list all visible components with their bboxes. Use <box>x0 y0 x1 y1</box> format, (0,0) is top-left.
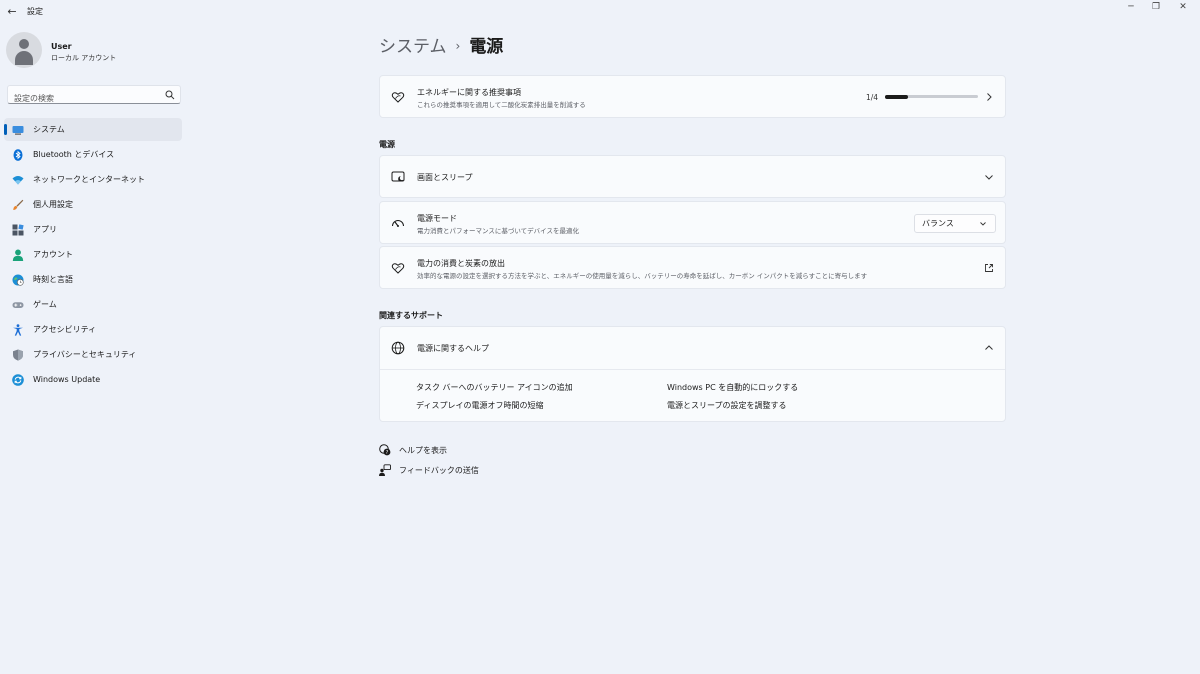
power-consumption-card[interactable]: 電力の消費と炭素の放出 効率的な電源の設定を選択する方法を学ぶと、エネルギーの使… <box>379 246 1006 289</box>
screen-sleep-icon <box>391 171 405 182</box>
update-icon <box>12 373 24 386</box>
help-links: タスク バーへのバッテリー アイコンの追加 Windows PC を自動的にロッ… <box>380 369 1005 421</box>
help-link-auto-lock[interactable]: Windows PC を自動的にロックする <box>667 382 798 393</box>
chevron-down-icon <box>985 175 993 180</box>
nav-list: システム Bluetooth とデバイス ネットワークとインターネット 個人用設… <box>4 118 182 393</box>
sidebar-item-label: アカウント <box>33 250 73 259</box>
apps-icon <box>12 223 24 235</box>
bluetooth-icon <box>13 148 23 161</box>
get-help-link[interactable]: ? ヘルプを表示 <box>379 444 447 456</box>
globe-clock-icon <box>12 274 24 286</box>
help-link-battery-icon[interactable]: タスク バーへのバッテリー アイコンの追加 <box>416 382 573 393</box>
sidebar-item-label: アプリ <box>33 225 57 234</box>
feedback-label: フィードバックの送信 <box>399 465 479 475</box>
search-box[interactable] <box>7 85 181 107</box>
help-link-display-timeout[interactable]: ディスプレイの電源オフ時間の短縮 <box>416 400 543 411</box>
leaf-heart-icon <box>391 92 405 103</box>
power-mode-selected: バランス <box>922 219 954 228</box>
chevron-up-icon <box>985 345 993 350</box>
avatar-head <box>19 39 29 49</box>
back-arrow-icon: ← <box>7 5 17 18</box>
sidebar-item-label: 時刻と言語 <box>33 275 73 284</box>
avatar-body <box>15 51 33 65</box>
gamepad-icon <box>12 301 24 308</box>
sidebar-item-windows-update[interactable]: Windows Update <box>4 368 182 391</box>
progress-count: 1/4 <box>866 93 879 102</box>
breadcrumb-separator: › <box>455 39 461 53</box>
title-bar: ← 設定 ─ ❐ ✕ <box>0 0 1200 24</box>
chevron-right-icon <box>987 93 992 101</box>
sidebar-item-label: ゲーム <box>33 300 57 309</box>
power-consumption-subtitle: 効率的な電源の設定を選択する方法を学ぶと、エネルギーの使用量を減らし、バッテリー… <box>417 272 868 280</box>
breadcrumb: システム › 電源 <box>379 32 503 57</box>
support-section-title: 関連するサポート <box>379 311 443 320</box>
restore-icon: ❐ <box>1151 2 1161 12</box>
sidebar-item-label: ネットワークとインターネット <box>33 175 145 184</box>
energy-recommendations-card[interactable]: エネルギーに関する推奨事項 これらの推奨事項を適用して二酸化炭素排出量を削減する… <box>379 75 1006 118</box>
sidebar-item-network[interactable]: ネットワークとインターネット <box>4 168 182 191</box>
power-section-title: 電源 <box>379 140 395 149</box>
help-chat-icon: ? <box>379 444 391 456</box>
get-help-label: ヘルプを表示 <box>399 445 447 455</box>
energy-recommendations-subtitle: これらの推奨事項を適用して二酸化炭素排出量を削減する <box>417 101 586 109</box>
sidebar-item-label: 個人用設定 <box>33 200 73 209</box>
power-help-header[interactable]: 電源に関するヘルプ <box>380 327 1005 369</box>
globe-icon <box>391 341 405 355</box>
power-mode-title: 電源モード <box>417 214 457 223</box>
sidebar-item-apps[interactable]: アプリ <box>4 218 182 241</box>
power-mode-card: 電源モード 電力消費とパフォーマンスに基づいてデバイスを最適化 バランス <box>379 201 1006 244</box>
screen-sleep-card[interactable]: 画面とスリープ <box>379 155 1006 198</box>
sidebar: User ローカル アカウント システム Bluetooth とデバイス ネット… <box>0 24 190 674</box>
chevron-down-icon <box>980 222 986 226</box>
progress-bar-fill <box>885 94 909 99</box>
avatar[interactable] <box>6 32 42 68</box>
energy-recommendations-title: エネルギーに関する推奨事項 <box>417 88 521 97</box>
sidebar-item-personalization[interactable]: 個人用設定 <box>4 193 182 216</box>
accessibility-icon <box>13 323 23 336</box>
sidebar-item-time-language[interactable]: 時刻と言語 <box>4 268 182 291</box>
sidebar-item-accounts[interactable]: アカウント <box>4 243 182 266</box>
brush-icon <box>13 199 24 210</box>
sidebar-item-label: Windows Update <box>33 375 101 384</box>
power-help-title: 電源に関するヘルプ <box>417 344 489 353</box>
page-title: 電源 <box>469 37 504 57</box>
power-mode-subtitle: 電力消費とパフォーマンスに基づいてデバイスを最適化 <box>417 227 579 235</box>
progress-bar <box>885 94 978 99</box>
back-button[interactable]: ← <box>4 4 20 20</box>
external-link-icon <box>985 264 993 272</box>
close-button[interactable]: ✕ <box>1166 0 1200 16</box>
user-name: User <box>51 42 72 51</box>
sidebar-item-gaming[interactable]: ゲーム <box>4 293 182 316</box>
search-icon[interactable] <box>165 90 175 100</box>
feedback-link[interactable]: フィードバックの送信 <box>379 464 479 476</box>
help-link-power-sleep-settings[interactable]: 電源とスリープの設定を調整する <box>667 400 787 411</box>
sidebar-item-accessibility[interactable]: アクセシビリティ <box>4 318 182 341</box>
sidebar-item-privacy-security[interactable]: プライバシーとセキュリティ <box>4 343 182 366</box>
feedback-icon <box>379 464 391 476</box>
sidebar-item-label: システム <box>33 125 65 134</box>
svg-text:?: ? <box>386 450 389 456</box>
system-icon <box>12 125 24 135</box>
search-input[interactable] <box>8 90 158 107</box>
breadcrumb-parent[interactable]: システム <box>379 37 447 57</box>
minimize-icon: ─ <box>1128 2 1134 12</box>
leaf-heart-icon <box>391 263 405 274</box>
power-consumption-title: 電力の消費と炭素の放出 <box>417 259 505 268</box>
account-icon <box>12 249 24 261</box>
sidebar-item-label: プライバシーとセキュリティ <box>33 350 137 359</box>
user-account-type: ローカル アカウント <box>51 54 117 62</box>
screen-sleep-title: 画面とスリープ <box>417 173 473 182</box>
power-mode-dropdown[interactable]: バランス <box>914 214 996 233</box>
sidebar-item-label: アクセシビリティ <box>33 325 97 334</box>
app-title: 設定 <box>27 7 43 16</box>
sidebar-item-system[interactable]: システム <box>4 118 182 141</box>
gauge-icon <box>392 220 404 227</box>
wifi-icon <box>12 175 24 184</box>
sidebar-item-bluetooth[interactable]: Bluetooth とデバイス <box>4 143 182 166</box>
power-help-card: 電源に関するヘルプ タスク バーへのバッテリー アイコンの追加 Windows … <box>379 326 1006 422</box>
close-icon: ✕ <box>1179 2 1187 12</box>
sidebar-item-label: Bluetooth とデバイス <box>33 150 115 159</box>
shield-icon <box>13 349 23 361</box>
